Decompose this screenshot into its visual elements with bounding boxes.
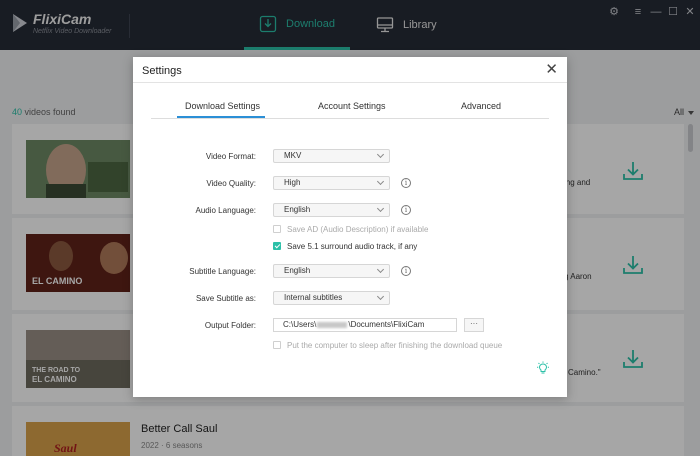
settings-tabs: Download Settings Account Settings Advan… (151, 95, 549, 119)
info-icon[interactable]: i (401, 178, 411, 188)
lightbulb-icon[interactable] (536, 361, 550, 375)
tab-download-settings[interactable]: Download Settings (185, 101, 260, 111)
save-51-label: Save 5.1 surround audio track, if any (287, 242, 418, 251)
dialog-header-divider (133, 82, 567, 83)
save-ad-checkbox[interactable] (273, 225, 281, 233)
save-subtitle-label: Save Subtitle as: (195, 294, 256, 303)
close-dialog-icon[interactable]: ✕ (545, 62, 558, 77)
tab-advanced[interactable]: Advanced (461, 101, 501, 111)
save-ad-label: Save AD (Audio Description) if available (287, 225, 429, 234)
info-icon[interactable]: i (401, 266, 411, 276)
tab-account-settings[interactable]: Account Settings (318, 101, 386, 111)
output-path-end: \Documents\FlixiCam (348, 320, 425, 329)
audio-language-value: English (284, 205, 311, 214)
sleep-checkbox[interactable] (273, 341, 281, 349)
save-subtitle-select[interactable]: Internal subtitles (273, 291, 390, 305)
video-quality-value: High (284, 178, 301, 187)
video-format-value: MKV (284, 151, 302, 160)
video-format-label: Video Format: (205, 152, 256, 161)
info-icon[interactable]: i (401, 205, 411, 215)
output-folder-label: Output Folder: (204, 321, 256, 330)
active-tab-indicator (177, 116, 265, 118)
save-51-checkbox[interactable] (273, 242, 281, 250)
browse-folder-button[interactable]: ··· (464, 318, 484, 332)
settings-dialog: Settings ✕ Download Settings Account Set… (133, 57, 567, 397)
output-path-start: C:\Users\ (283, 320, 317, 329)
audio-language-select[interactable]: English (273, 203, 390, 217)
dialog-title: Settings (142, 65, 182, 77)
chevron-down-icon (376, 150, 385, 159)
subtitle-language-value: English (284, 266, 311, 275)
chevron-down-icon (376, 265, 385, 274)
audio-language-label: Audio Language: (195, 206, 257, 215)
subtitle-language-select[interactable]: English (273, 264, 390, 278)
video-quality-select[interactable]: High (273, 176, 390, 190)
redacted-username (317, 321, 348, 328)
chevron-down-icon (376, 204, 385, 213)
video-format-select[interactable]: MKV (273, 149, 390, 163)
save-subtitle-value: Internal subtitles (284, 293, 343, 302)
subtitle-language-label: Subtitle Language: (189, 267, 256, 276)
chevron-down-icon (376, 292, 385, 301)
chevron-down-icon (376, 177, 385, 186)
sleep-label: Put the computer to sleep after finishin… (287, 341, 503, 350)
output-folder-input[interactable]: C:\Users\ \Documents\FlixiCam (273, 318, 457, 332)
video-quality-label: Video Quality: (206, 179, 256, 188)
